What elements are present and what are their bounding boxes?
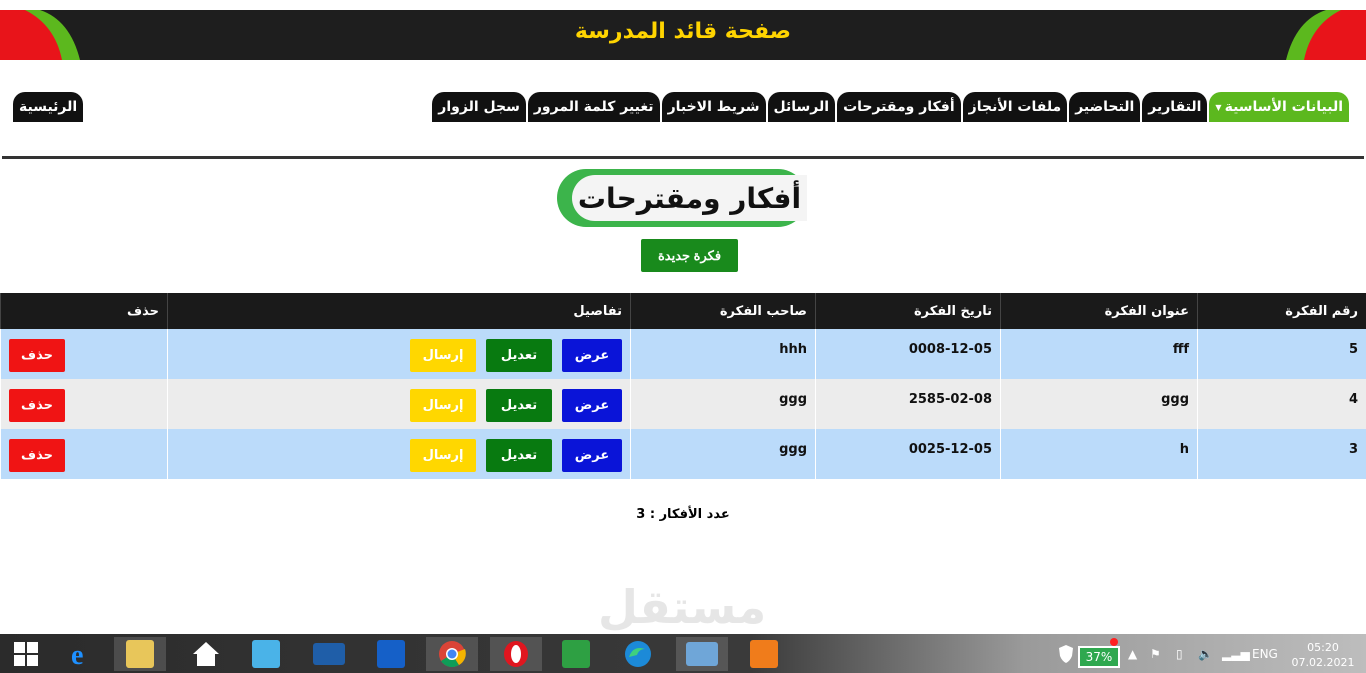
table-header-row: رقم الفكرة عنوان الفكرة تاريخ الفكرة صاح…	[0, 293, 1366, 329]
watermark-logo: مستقل	[598, 580, 767, 634]
idea-number: 3	[1348, 442, 1358, 457]
col-delete: حذف	[0, 293, 168, 329]
delete-button[interactable]: حذف	[9, 389, 65, 422]
section-heading: أفكار ومقترحات	[557, 169, 807, 227]
page-title: صفحة قائد المدرسة	[574, 19, 792, 44]
send-button[interactable]: إرسال	[410, 389, 476, 422]
table-row: 4 ggg 2585-02-08 ggg عرض تعديل إرسال حذف	[0, 379, 1366, 429]
edit-button[interactable]: تعديل	[486, 389, 552, 422]
opera-icon[interactable]	[490, 637, 542, 671]
send-button[interactable]: إرسال	[410, 439, 476, 472]
nav-preparations[interactable]: التحاضير	[1069, 92, 1141, 122]
ideas-count: عدد الأفكار : 3	[636, 507, 730, 522]
ideas-table: رقم الفكرة عنوان الفكرة تاريخ الفكرة صاح…	[0, 293, 1366, 479]
taskbar-clock[interactable]: 05:20 07.02.2021	[1288, 640, 1358, 670]
dropdown-caret-icon: ▼	[1215, 102, 1222, 112]
nav-divider	[2, 156, 1364, 159]
clock-time: 05:20	[1307, 641, 1339, 654]
col-idea-title: عنوان الفكرة	[1000, 293, 1198, 329]
nav-ideas[interactable]: أفكار ومقترحات	[837, 92, 961, 122]
nav-basic-data[interactable]: البيانات الأساسية ▼	[1209, 92, 1349, 122]
main-nav: البيانات الأساسية ▼ التقارير التحاضير مل…	[430, 92, 1349, 122]
edit-button[interactable]: تعديل	[486, 439, 552, 472]
idea-title: h	[1179, 442, 1189, 457]
chrome-icon[interactable]	[426, 637, 478, 671]
volume-icon[interactable]: 🔈	[1198, 634, 1213, 673]
battery-indicator[interactable]: 37%	[1078, 646, 1120, 668]
idea-owner: ggg	[779, 392, 807, 407]
notification-dot-icon	[1110, 638, 1118, 646]
right-corner-decoration	[1286, 10, 1366, 60]
nav-home[interactable]: الرئيسية	[13, 92, 84, 122]
new-idea-button[interactable]: فكرة جديدة	[641, 239, 738, 272]
col-idea-number: رقم الفكرة	[1197, 293, 1366, 329]
idea-title: ggg	[1161, 392, 1189, 407]
edge-icon[interactable]	[612, 637, 664, 671]
header-bar: صفحة قائد المدرسة	[0, 10, 1366, 60]
view-button[interactable]: عرض	[562, 439, 622, 472]
nav-messages[interactable]: الرسائل	[767, 92, 836, 122]
nav-visitor-log[interactable]: سجل الزوار	[432, 92, 526, 122]
idea-title: fff	[1172, 342, 1189, 357]
nav-change-password[interactable]: تغيير كلمة المرور	[527, 92, 660, 122]
delete-button[interactable]: حذف	[9, 339, 65, 372]
shield-icon[interactable]	[1058, 634, 1074, 673]
lenovo-monitor-icon[interactable]	[303, 637, 355, 671]
idea-number: 5	[1348, 342, 1358, 357]
internet-explorer-icon[interactable]: e	[56, 637, 108, 671]
nav-reports[interactable]: التقارير	[1142, 92, 1208, 122]
home-nav: الرئيسية	[11, 92, 84, 122]
table-row: 5 fff 0008-12-05 hhh عرض تعديل إرسال حذف	[0, 329, 1366, 379]
network-icon[interactable]: ▯	[1176, 634, 1183, 673]
maxthon-icon[interactable]	[365, 637, 417, 671]
table-row: 3 h 0025-12-05 ggg عرض تعديل إرسال حذف	[0, 429, 1366, 479]
col-idea-owner: صاحب الفكرة	[630, 293, 816, 329]
delete-button[interactable]: حذف	[9, 439, 65, 472]
signal-icon[interactable]: ▂▃▅	[1222, 634, 1250, 673]
photos-icon[interactable]	[676, 637, 728, 671]
col-idea-date: تاريخ الفكرة	[815, 293, 1001, 329]
svg-text:e: e	[71, 640, 83, 669]
col-details: تفاصيل	[167, 293, 631, 329]
nav-news-ticker[interactable]: شريط الاخبار	[661, 92, 766, 122]
tray-chevron-icon[interactable]: ▲	[1128, 634, 1137, 673]
clock-date: 07.02.2021	[1291, 656, 1355, 669]
windows-start-icon[interactable]	[0, 637, 52, 671]
home-icon[interactable]	[180, 637, 232, 671]
view-button[interactable]: عرض	[562, 389, 622, 422]
store-bag-icon[interactable]	[240, 637, 292, 671]
flag-icon[interactable]: ⚑	[1150, 634, 1161, 673]
idea-number: 4	[1348, 392, 1358, 407]
edit-button[interactable]: تعديل	[486, 339, 552, 372]
idea-owner: ggg	[779, 442, 807, 457]
section-heading-text: أفكار ومقترحات	[572, 175, 807, 221]
file-explorer-icon[interactable]	[114, 637, 166, 671]
ms-store-icon[interactable]	[550, 637, 602, 671]
idea-date: 0025-12-05	[908, 442, 992, 457]
idea-owner: hhh	[779, 342, 807, 357]
view-button[interactable]: عرض	[562, 339, 622, 372]
send-button[interactable]: إرسال	[410, 339, 476, 372]
idea-date: 2585-02-08	[908, 392, 992, 407]
nav-item-label: البيانات الأساسية	[1224, 99, 1343, 115]
idea-date: 0008-12-05	[908, 342, 992, 357]
nav-achievement-files[interactable]: ملفات الأنجاز	[962, 92, 1068, 122]
taskbar: e ▲ ⚑ ▯ 🔈 ▂▃▅ ENG	[0, 634, 1366, 673]
language-indicator[interactable]: ENG	[1252, 634, 1278, 673]
xampp-icon[interactable]	[738, 637, 790, 671]
